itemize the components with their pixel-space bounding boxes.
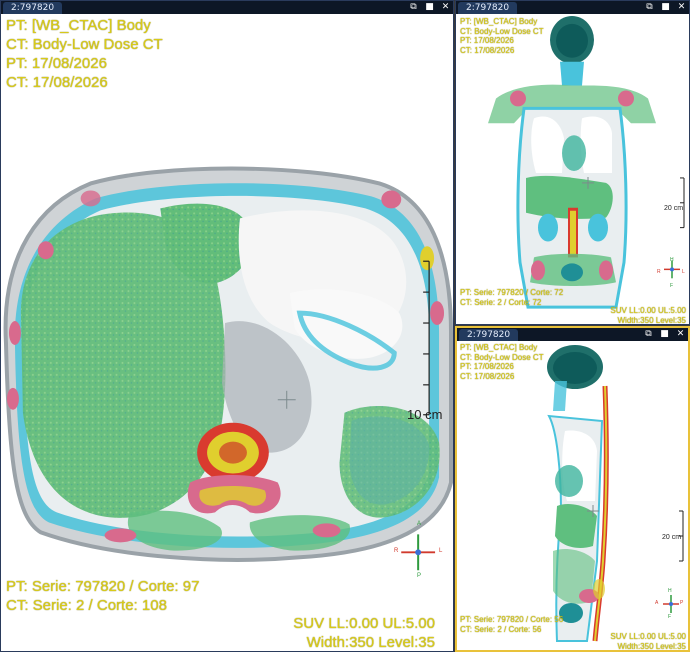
suv-window: SUV LL:0.00 UL:5.00 xyxy=(610,306,686,315)
viewport-titlebar: 2:797820 ⧉ ■ ✕ xyxy=(1,1,453,14)
orientation-left: A xyxy=(655,600,659,606)
maximize-icon[interactable]: ■ xyxy=(660,330,669,339)
pt-slice-info: PT: Serie: 797820 / Corte: 56 xyxy=(460,615,564,624)
ct-study-date: CT: 17/08/2026 xyxy=(460,371,515,381)
orientation-bottom: P xyxy=(417,573,422,579)
orientation-top: A xyxy=(417,521,422,527)
scale-label: 10 cm xyxy=(407,407,443,422)
ct-window-level: Width:350 Level:35 xyxy=(617,641,687,651)
viewport-titlebar: 2:797820 ⧉ ■ ✕ xyxy=(457,328,688,341)
scale-label: 20 cm xyxy=(664,205,684,212)
restore-icon[interactable]: ⧉ xyxy=(645,3,654,12)
suv-window: SUV LL:0.00 UL:5.00 xyxy=(610,632,686,641)
series-tab[interactable]: 2:797820 xyxy=(458,2,518,14)
pt-study-date: PT: 17/08/2026 xyxy=(460,362,514,371)
pt-series-description: PT: [WB_CTAC] Body xyxy=(460,17,538,26)
pt-study-date: PT: 17/08/2026 xyxy=(460,36,514,45)
orientation-right: L xyxy=(439,548,443,554)
sagittal-image[interactable] xyxy=(457,341,688,650)
pt-slice-info: PT: Serie: 797820 / Corte: 72 xyxy=(460,288,564,297)
ct-slice-info: CT: Serie: 2 / Corte: 108 xyxy=(6,597,167,614)
scale-label: 20 cm xyxy=(662,534,682,541)
close-icon[interactable]: ✕ xyxy=(677,3,686,12)
close-icon[interactable]: ✕ xyxy=(676,330,685,339)
axial-viewport[interactable]: 2:797820 ⧉ ■ ✕ PT: [WB_CTAC] Body CT: Bo… xyxy=(0,0,454,652)
orientation-top: H xyxy=(668,588,672,594)
ct-study-date: CT: 17/08/2026 xyxy=(6,74,108,91)
ct-series-description: CT: Body-Low Dose CT xyxy=(6,36,163,53)
orientation-bottom: F xyxy=(668,614,672,620)
axial-image[interactable] xyxy=(1,14,453,651)
orientation-left: R xyxy=(394,548,399,554)
orientation-left: R xyxy=(657,269,661,275)
pt-slice-info: PT: Serie: 797820 / Corte: 97 xyxy=(6,578,200,595)
series-tab[interactable]: 2:797820 xyxy=(459,329,519,341)
ct-window-level: Width:350 Level:35 xyxy=(306,634,435,651)
ct-series-description: CT: Body-Low Dose CT xyxy=(460,352,544,362)
coronal-image[interactable] xyxy=(456,14,689,324)
sagittal-viewport[interactable]: 2:797820 ⧉ ■ ✕ PT: [WB_CTAC] Body CT: Bo… xyxy=(455,326,690,652)
maximize-icon[interactable]: ■ xyxy=(661,3,670,12)
ct-window-level: Width:350 Level:35 xyxy=(617,315,687,325)
series-tab[interactable]: 2:797820 xyxy=(3,2,63,14)
orientation-right: L xyxy=(682,269,685,275)
pt-study-date: PT: 17/08/2026 xyxy=(6,55,107,72)
ct-study-date: CT: 17/08/2026 xyxy=(460,45,515,55)
ct-slice-info: CT: Serie: 2 / Corte: 72 xyxy=(460,297,542,307)
close-icon[interactable]: ✕ xyxy=(441,3,450,12)
ct-series-description: CT: Body-Low Dose CT xyxy=(460,26,544,36)
viewport-titlebar: 2:797820 ⧉ ■ ✕ xyxy=(456,1,689,14)
suv-window: SUV LL:0.00 UL:5.00 xyxy=(293,615,435,632)
orientation-top: H xyxy=(670,257,674,263)
maximize-icon[interactable]: ■ xyxy=(425,3,434,12)
orientation-right: P xyxy=(680,600,684,606)
orientation-bottom: F xyxy=(670,283,674,289)
coronal-viewport[interactable]: 2:797820 ⧉ ■ ✕ PT: [WB_CTAC] Body CT: Bo… xyxy=(455,0,690,325)
ct-slice-info: CT: Serie: 2 / Corte: 56 xyxy=(460,624,542,634)
pt-series-description: PT: [WB_CTAC] Body xyxy=(460,343,538,352)
pt-series-description: PT: [WB_CTAC] Body xyxy=(6,17,151,34)
restore-icon[interactable]: ⧉ xyxy=(409,3,418,12)
restore-icon[interactable]: ⧉ xyxy=(644,330,653,339)
